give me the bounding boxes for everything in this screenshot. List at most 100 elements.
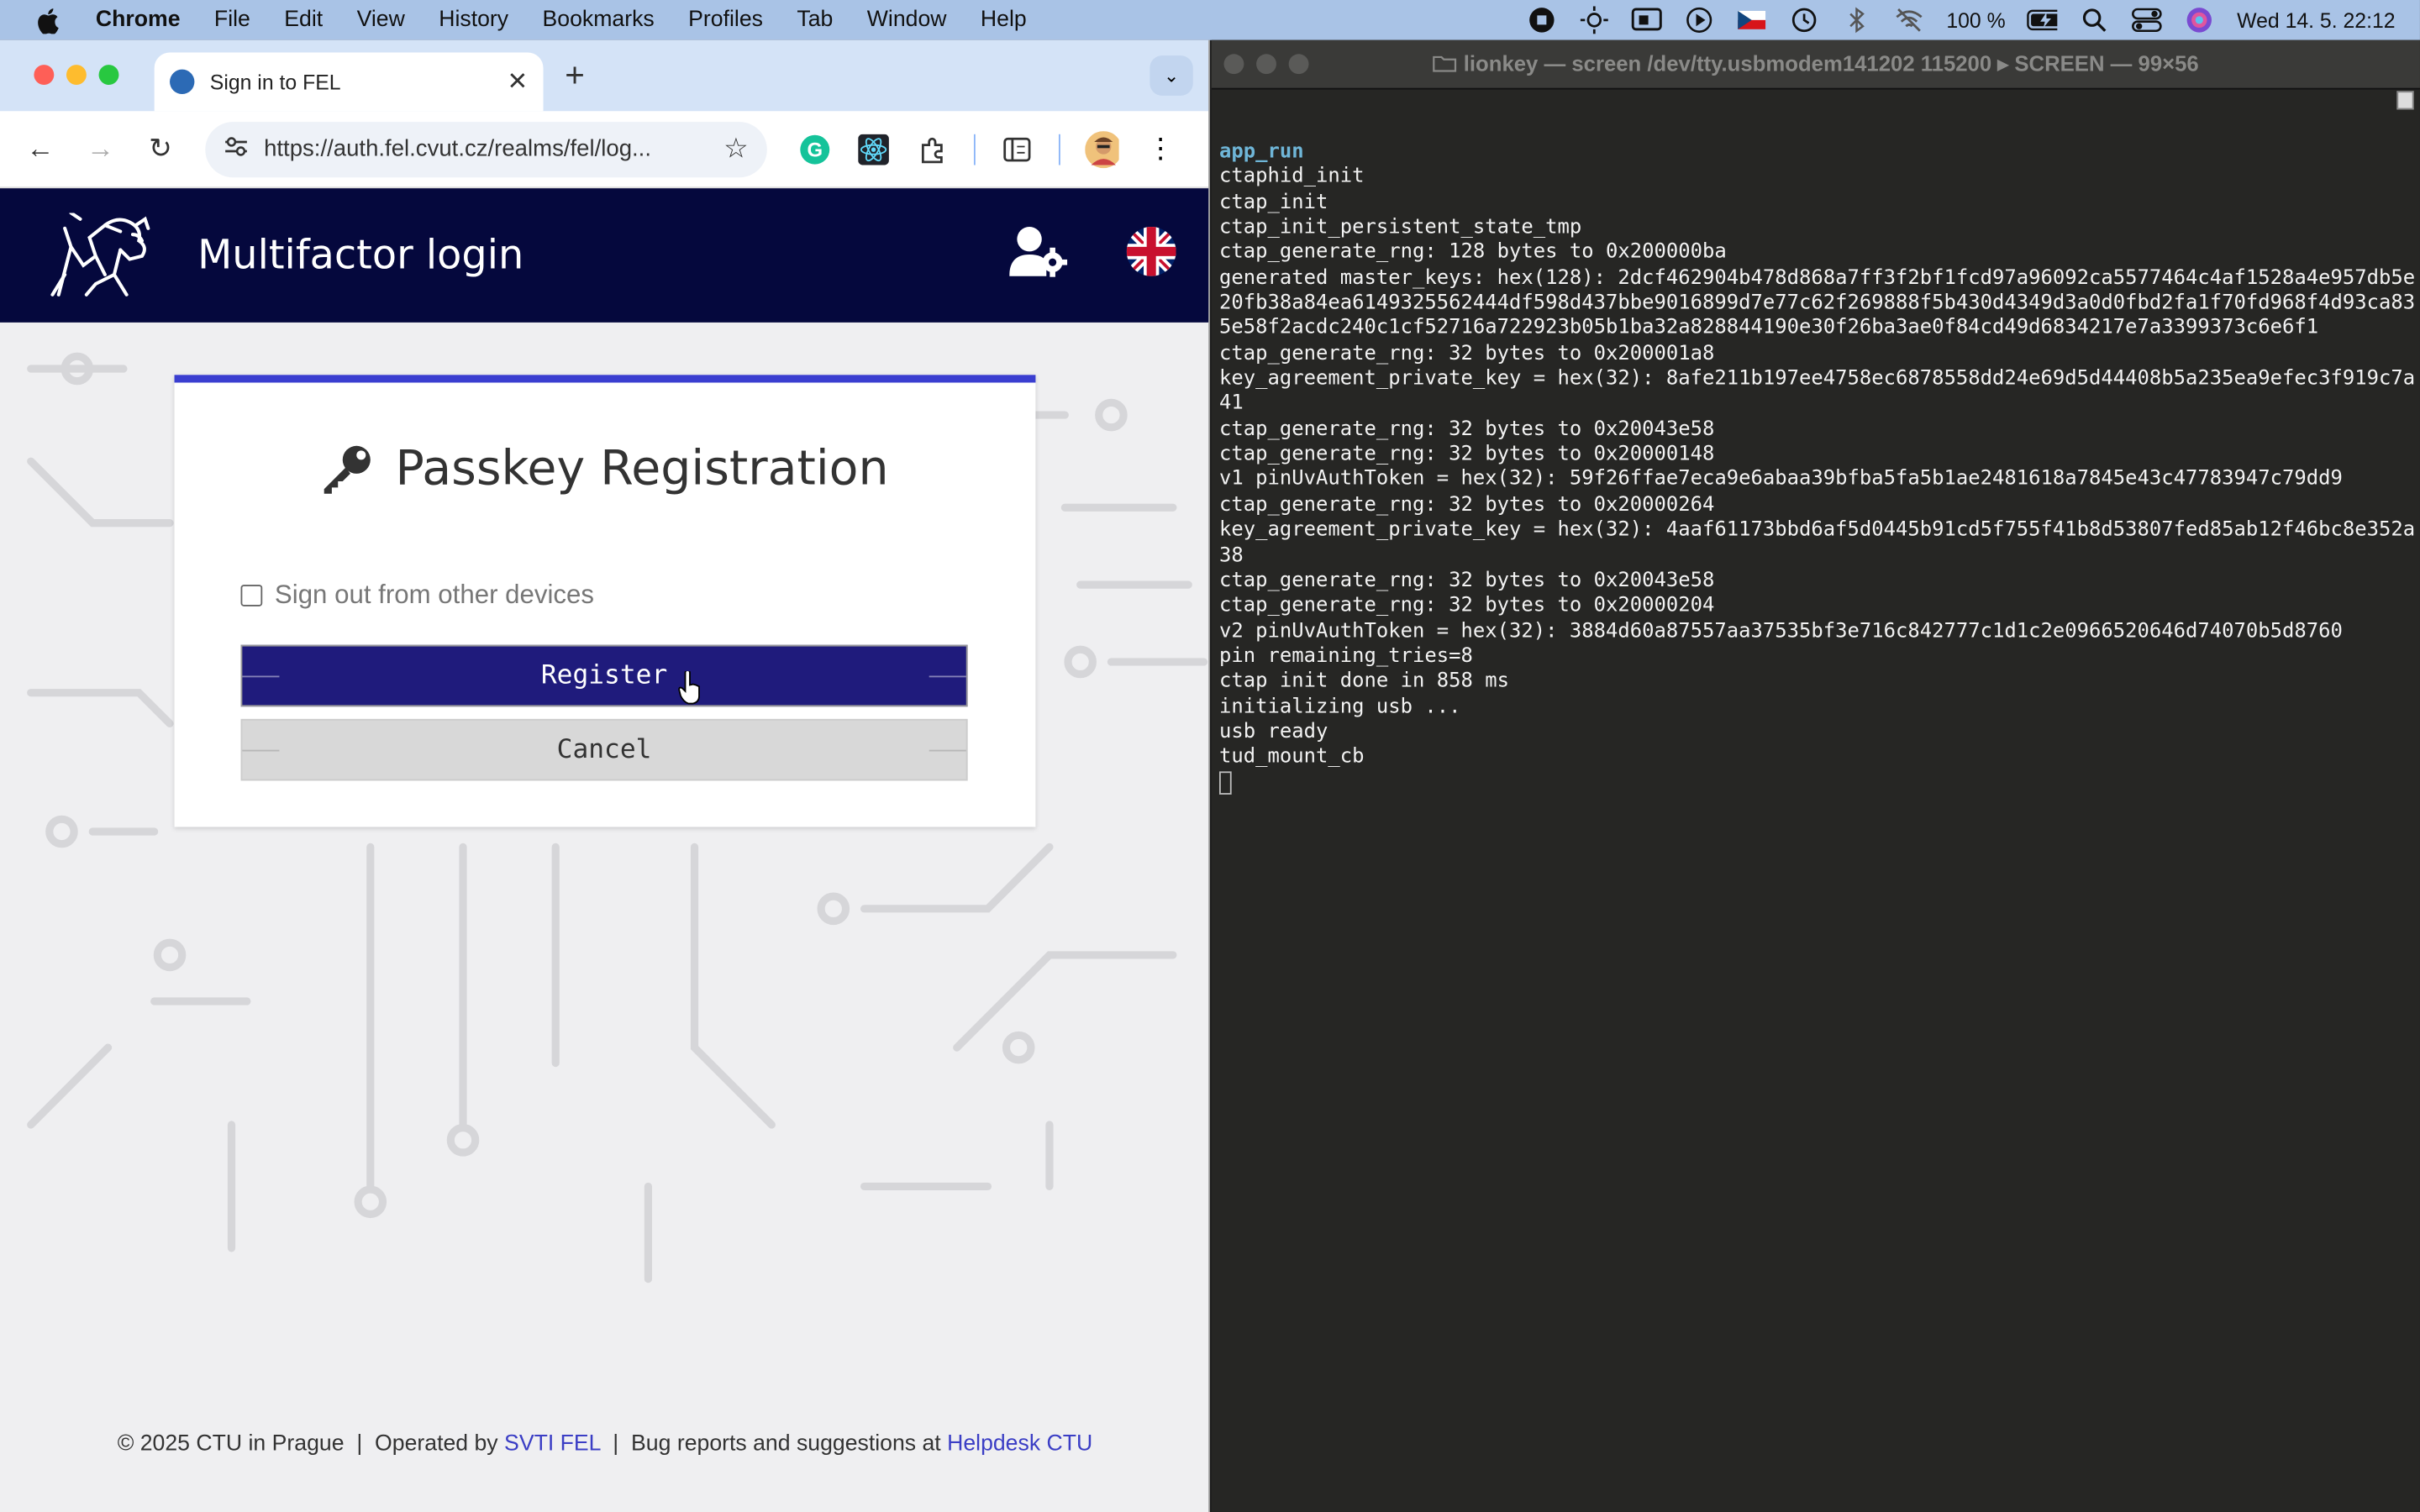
tab-sign-in[interactable]: Sign in to FEL ✕ xyxy=(154,52,544,112)
menu-profiles[interactable]: Profiles xyxy=(688,8,763,32)
user-settings-icon[interactable] xyxy=(1009,225,1071,286)
button-decoration-line xyxy=(929,675,966,678)
terminal-line: ctap_init_persistent_state_tmp xyxy=(1218,216,1582,239)
reload-icon[interactable]: ↻ xyxy=(139,133,182,165)
grammarly-extension-icon[interactable]: G xyxy=(798,132,832,165)
back-arrow-icon[interactable]: ← xyxy=(18,133,61,165)
apple-menu-icon[interactable] xyxy=(0,7,96,34)
czech-flag-icon[interactable] xyxy=(1737,8,1768,32)
terminal-line: ctap_init xyxy=(1218,191,1328,214)
react-devtools-extension-icon[interactable] xyxy=(856,132,890,165)
terminal-line: 38 xyxy=(1218,543,1244,567)
bookmark-star-icon[interactable]: ☆ xyxy=(723,133,749,165)
button-decoration-line xyxy=(929,749,966,752)
close-window-button[interactable] xyxy=(34,65,55,86)
sign-out-label[interactable]: Sign out from other devices xyxy=(275,580,594,612)
helpdesk-link[interactable]: Helpdesk CTU xyxy=(947,1431,1092,1456)
tab-search-chevron-icon[interactable]: ⌄ xyxy=(1150,55,1193,96)
sign-out-checkbox[interactable] xyxy=(240,585,263,606)
register-button[interactable]: Register xyxy=(240,644,968,707)
terminal-window: lionkey — screen /dev/tty.usbmodem141202… xyxy=(1211,39,2420,1512)
menu-history[interactable]: History xyxy=(439,8,508,32)
terminal-zoom-button[interactable] xyxy=(1288,54,1309,75)
terminal-titlebar: lionkey — screen /dev/tty.usbmodem141202… xyxy=(1211,39,2420,90)
key-icon xyxy=(324,445,371,494)
terminal-scroll-indicator[interactable] xyxy=(2396,91,2414,110)
cancel-button-label: Cancel xyxy=(556,734,652,766)
time-machine-icon[interactable] xyxy=(1789,8,1820,33)
tab-title: Sign in to FEL xyxy=(209,70,341,94)
address-bar[interactable]: https://auth.fel.cvut.cz/realms/fel/log.… xyxy=(205,121,767,177)
page-footer: © 2025 CTU in Prague | Operated by SVTI … xyxy=(0,1431,1208,1457)
terminal-line: ctap_generate_rng: 32 bytes to 0x2000014… xyxy=(1218,443,1715,466)
terminal-line: usb ready xyxy=(1218,720,1328,744)
forward-arrow-icon[interactable]: → xyxy=(79,133,122,165)
menubar-clock[interactable]: Wed 14. 5. 22:12 xyxy=(2237,8,2395,32)
terminal-line: 41 xyxy=(1218,392,1244,416)
menu-view[interactable]: View xyxy=(357,8,405,32)
app-menu-chrome[interactable]: Chrome xyxy=(96,8,181,32)
chrome-menu-icon[interactable]: ⋮ xyxy=(1144,132,1177,165)
register-button-label: Register xyxy=(540,660,668,691)
terminal-line-highlight: app_run xyxy=(1218,140,1304,164)
site-info-icon[interactable] xyxy=(224,135,248,163)
svti-fel-link[interactable]: SVTI FEL xyxy=(504,1431,600,1456)
tab-strip: Sign in to FEL ✕ + ⌄ xyxy=(0,39,1209,112)
terminal-line: v2 pinUvAuthToken = hex(32): 3884d60a875… xyxy=(1218,619,2343,643)
ctu-lion-logo xyxy=(50,213,150,297)
page-header-title: Multifactor login xyxy=(197,232,524,279)
footer-bug-reports: Bug reports and suggestions at xyxy=(631,1431,941,1457)
terminal-lines: ctaphid_init ctap_init ctap_init_persist… xyxy=(1219,165,2415,769)
macos-menubar: Chrome File Edit View History Bookmarks … xyxy=(0,0,2420,40)
terminal-line: key_agreement_private_key = hex(32): 8af… xyxy=(1218,367,2416,391)
toolbar-divider xyxy=(973,133,976,165)
media-play-icon[interactable] xyxy=(1684,7,1715,33)
uk-flag-language-icon[interactable] xyxy=(1126,226,1176,284)
terminal-line: 20fb38a84ea6149325562444df598d437bbe9016… xyxy=(1218,291,2416,315)
terminal-cursor xyxy=(1218,770,1232,795)
terminal-line: key_agreement_private_key = hex(32): 4aa… xyxy=(1218,518,2416,542)
terminal-title: lionkey — screen /dev/tty.usbmodem141202… xyxy=(1212,51,2420,77)
wifi-off-icon[interactable] xyxy=(1894,8,1925,32)
card-title: Passkey Registration xyxy=(395,441,889,497)
profile-avatar[interactable] xyxy=(1085,130,1119,168)
footer-separator: | xyxy=(606,1431,625,1457)
url-text[interactable]: https://auth.fel.cvut.cz/realms/fel/log.… xyxy=(264,136,723,162)
terminal-close-button[interactable] xyxy=(1223,54,1244,75)
chrome-window: Sign in to FEL ✕ + ⌄ ← → ↻ https://auth.… xyxy=(0,39,1210,1512)
control-center-icon[interactable] xyxy=(2132,8,2163,33)
button-decoration-line xyxy=(242,749,280,752)
zoom-window-button[interactable] xyxy=(98,65,119,86)
bluetooth-off-icon[interactable] xyxy=(1841,7,1872,34)
brightness-icon[interactable] xyxy=(1579,6,1610,34)
menu-window[interactable]: Window xyxy=(867,8,947,32)
browser-toolbar: ← → ↻ https://auth.fel.cvut.cz/realms/fe… xyxy=(0,111,1209,189)
battery-charging-icon[interactable] xyxy=(2027,8,2059,32)
hand-pointer-cursor-icon xyxy=(678,670,700,705)
spotlight-search-icon[interactable] xyxy=(2080,8,2111,32)
display-mirroring-icon[interactable] xyxy=(1632,8,1663,32)
terminal-line: v1 pinUvAuthToken = hex(32): 59f26ffae7e… xyxy=(1218,468,2343,491)
menu-bookmarks[interactable]: Bookmarks xyxy=(543,8,655,32)
terminal-line: ctap_generate_rng: 128 bytes to 0x200000… xyxy=(1218,241,1727,265)
siri-icon[interactable] xyxy=(2185,8,2216,33)
cancel-button[interactable]: Cancel xyxy=(240,718,968,781)
terminal-line: ctaphid_init xyxy=(1218,165,1365,189)
battery-percentage: 100 % xyxy=(1946,8,2006,32)
reading-list-sidebar-icon[interactable] xyxy=(1000,132,1034,165)
screen-recording-stop-icon[interactable] xyxy=(1527,8,1558,33)
button-decoration-line xyxy=(242,675,280,678)
minimize-window-button[interactable] xyxy=(66,65,87,86)
terminal-output[interactable]: app_run ctaphid_init ctap_init ctap_init… xyxy=(1218,140,2415,795)
extensions-puzzle-icon[interactable] xyxy=(915,132,949,165)
tab-close-icon[interactable]: ✕ xyxy=(508,66,529,97)
terminal-line: ctap_generate_rng: 32 bytes to 0x20043e5… xyxy=(1218,569,1715,593)
menu-help[interactable]: Help xyxy=(981,8,1027,32)
menu-file[interactable]: File xyxy=(214,8,250,32)
menu-tab[interactable]: Tab xyxy=(797,8,833,32)
new-tab-icon[interactable]: + xyxy=(565,55,585,96)
window-controls xyxy=(34,65,119,86)
terminal-line: ctap_generate_rng: 32 bytes to 0x200001a… xyxy=(1218,342,1715,365)
terminal-minimize-button[interactable] xyxy=(1256,54,1276,75)
menu-edit[interactable]: Edit xyxy=(284,8,323,32)
